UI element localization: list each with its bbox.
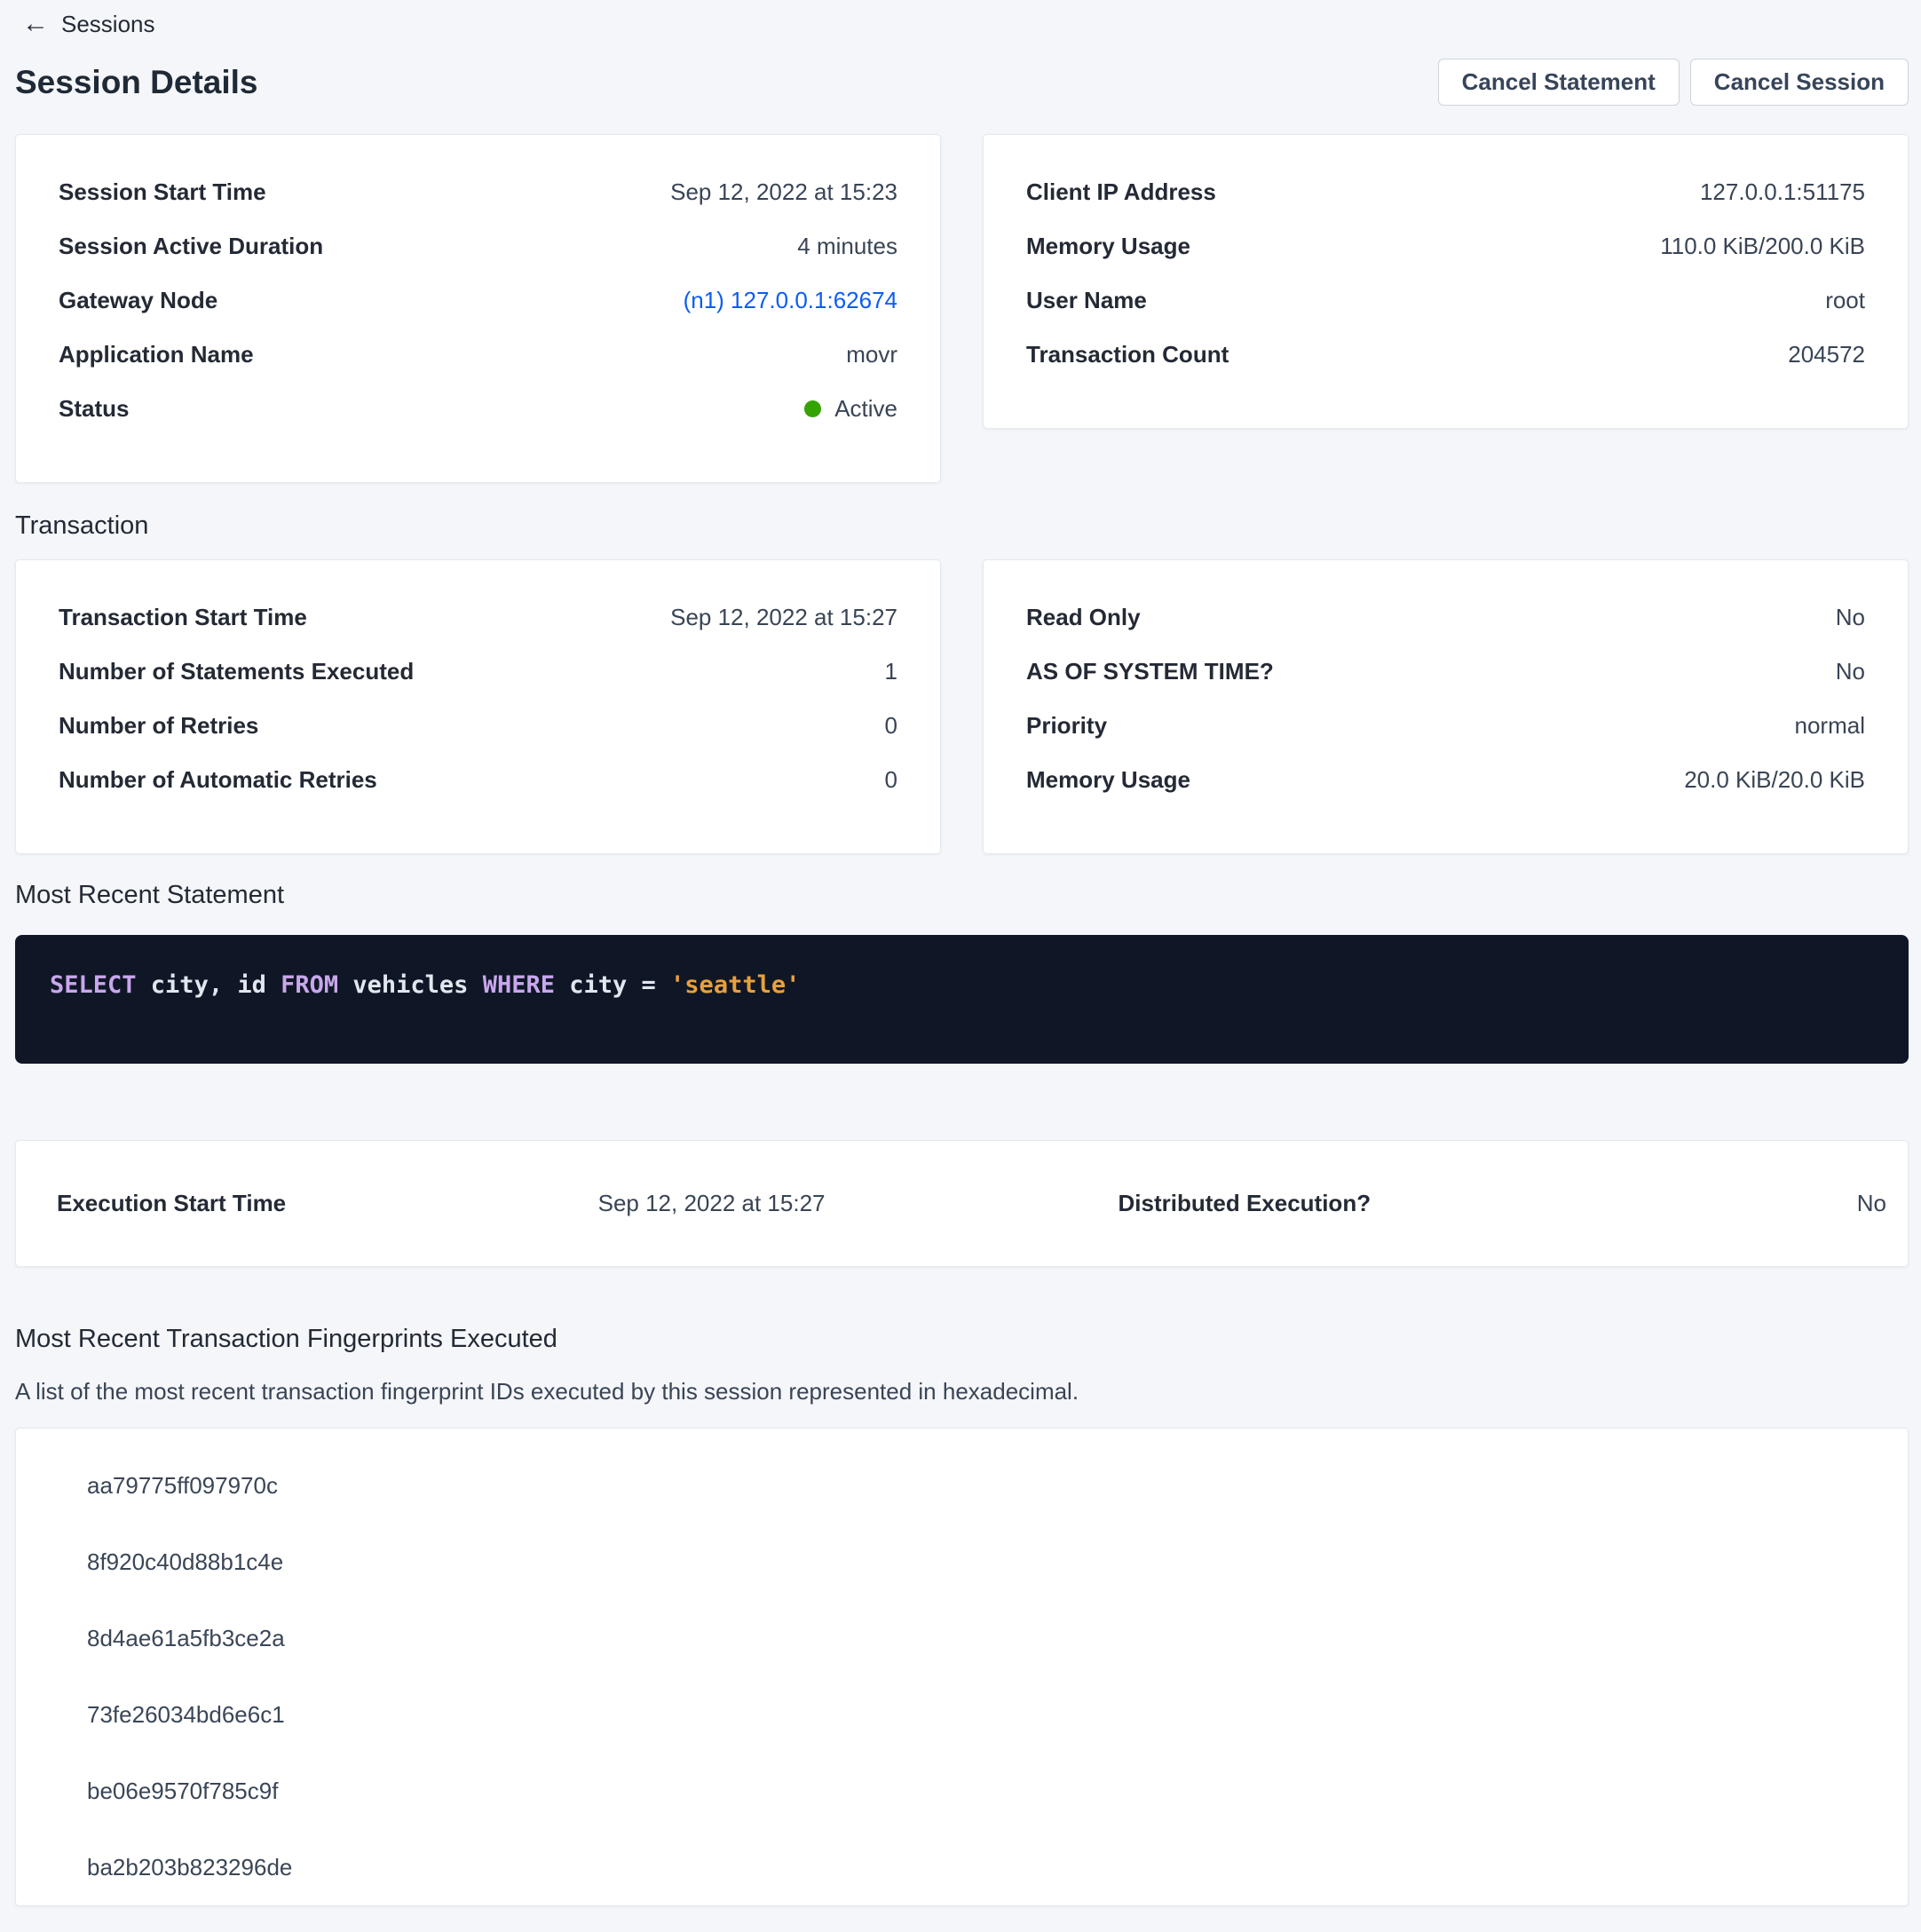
session-summary-cards: Session Start Time Sep 12, 2022 at 15:23… [15, 134, 1909, 483]
row-value: 204572 [1788, 341, 1865, 368]
page-title: Session Details [15, 63, 258, 102]
fingerprints-card: aa79775ff097970c 8f920c40d88b1c4e 8d4ae6… [15, 1428, 1909, 1906]
fingerprint-list-item: 73fe26034bd6e6c1 [87, 1676, 1865, 1753]
row-value: 127.0.0.1:51175 [1700, 178, 1865, 206]
detail-row-read-only: Read Only No [1026, 590, 1865, 645]
row-label: Transaction Start Time [59, 604, 307, 631]
fingerprints-section-heading: Most Recent Transaction Fingerprints Exe… [15, 1324, 1909, 1354]
sql-token: FROM [281, 971, 352, 999]
sql-statement-box: SELECT city, id FROM vehicles WHERE city… [15, 935, 1909, 1064]
row-value: 1 [885, 658, 897, 685]
row-value: 4 minutes [797, 233, 897, 260]
title-row: Session Details Cancel Statement Cancel … [15, 59, 1909, 106]
detail-row-statements-executed: Number of Statements Executed 1 [59, 645, 897, 699]
status-badge: Active [804, 395, 897, 423]
row-label: Read Only [1026, 604, 1141, 631]
detail-row-txn-memory-usage: Memory Usage 20.0 KiB/20.0 KiB [1026, 753, 1865, 807]
sql-token: city, id [151, 971, 281, 999]
detail-row-execution-start-time: Execution Start Time Sep 12, 2022 at 15:… [57, 1190, 826, 1217]
transaction-card-left: Transaction Start Time Sep 12, 2022 at 1… [15, 559, 941, 854]
cancel-session-button[interactable]: Cancel Session [1690, 59, 1909, 106]
row-label: User Name [1026, 287, 1147, 314]
fingerprint-list-item: be06e9570f785c9f [87, 1753, 1865, 1829]
row-value: No [1857, 1190, 1886, 1217]
row-label: Number of Retries [59, 712, 258, 740]
detail-row-session-active-duration: Session Active Duration 4 minutes [59, 219, 897, 273]
sql-token: 'seattle' [670, 971, 800, 999]
detail-row-transaction-start-time: Transaction Start Time Sep 12, 2022 at 1… [59, 590, 897, 645]
execution-card: Execution Start Time Sep 12, 2022 at 15:… [15, 1140, 1909, 1267]
gateway-node-link[interactable]: (n1) 127.0.0.1:62674 [684, 287, 897, 314]
row-label: Application Name [59, 341, 254, 368]
fingerprint-list-item: ba2b203b823296de [87, 1829, 1865, 1905]
row-value: Sep 12, 2022 at 15:27 [670, 604, 897, 631]
transaction-card-right: Read Only No AS OF SYSTEM TIME? No Prior… [983, 559, 1909, 854]
detail-row-client-ip: Client IP Address 127.0.0.1:51175 [1026, 165, 1865, 219]
detail-row-gateway-node: Gateway Node (n1) 127.0.0.1:62674 [59, 273, 897, 328]
row-label: Priority [1026, 712, 1107, 740]
row-value: 0 [885, 766, 897, 794]
row-value: No [1836, 658, 1865, 685]
detail-row-user-name: User Name root [1026, 273, 1865, 328]
session-details-page: ← Sessions Session Details Cancel Statem… [0, 0, 1921, 1906]
fingerprints-description: A list of the most recent transaction fi… [15, 1377, 1909, 1405]
detail-row-priority: Priority normal [1026, 699, 1865, 753]
row-label: Session Start Time [59, 178, 266, 206]
row-value: Sep 12, 2022 at 15:23 [670, 178, 897, 206]
row-value: No [1836, 604, 1865, 631]
fingerprint-list-item: 8d4ae61a5fb3ce2a [87, 1600, 1865, 1676]
sql-token: WHERE [483, 971, 570, 999]
detail-row-automatic-retries: Number of Automatic Retries 0 [59, 753, 897, 807]
row-value: Sep 12, 2022 at 15:27 [598, 1190, 826, 1217]
row-value: root [1825, 287, 1865, 314]
row-label: Execution Start Time [57, 1190, 286, 1217]
sql-token: vehicles [352, 971, 482, 999]
row-value: 20.0 KiB/20.0 KiB [1684, 766, 1865, 794]
row-label: AS OF SYSTEM TIME? [1026, 658, 1274, 685]
detail-row-distributed-execution: Distributed Execution? No [1119, 1190, 1887, 1217]
row-label: Status [59, 395, 129, 423]
row-value: movr [846, 341, 897, 368]
fingerprint-list-item: 8f920c40d88b1c4e [87, 1524, 1865, 1600]
detail-row-session-start-time: Session Start Time Sep 12, 2022 at 15:23 [59, 165, 897, 219]
back-link-label: Sessions [61, 9, 155, 39]
row-label: Number of Automatic Retries [59, 766, 377, 794]
detail-row-memory-usage: Memory Usage 110.0 KiB/200.0 KiB [1026, 219, 1865, 273]
session-info-card-left: Session Start Time Sep 12, 2022 at 15:23… [15, 134, 941, 483]
row-label: Client IP Address [1026, 178, 1216, 206]
status-active-dot-icon [804, 400, 821, 417]
sql-token: SELECT [50, 971, 151, 999]
row-label: Gateway Node [59, 287, 217, 314]
row-label: Session Active Duration [59, 233, 323, 260]
session-info-card-right: Client IP Address 127.0.0.1:51175 Memory… [983, 134, 1909, 429]
status-text: Active [834, 395, 897, 423]
most-recent-statement-heading: Most Recent Statement [15, 880, 1909, 910]
back-link[interactable]: ← Sessions [15, 7, 155, 39]
detail-row-retries: Number of Retries 0 [59, 699, 897, 753]
back-arrow-icon: ← [22, 9, 49, 39]
detail-row-status: Status Active [59, 382, 897, 436]
detail-row-transaction-count: Transaction Count 204572 [1026, 328, 1865, 382]
sql-statement-text: SELECT city, id FROM vehicles WHERE city… [50, 970, 1873, 1000]
transaction-cards: Transaction Start Time Sep 12, 2022 at 1… [15, 559, 1909, 854]
row-label: Memory Usage [1026, 233, 1190, 260]
sql-token: city = [569, 971, 670, 999]
fingerprint-list-item: aa79775ff097970c [87, 1447, 1865, 1524]
cancel-statement-button[interactable]: Cancel Statement [1438, 59, 1680, 106]
detail-row-application-name: Application Name movr [59, 328, 897, 382]
transaction-section-heading: Transaction [15, 511, 1909, 541]
detail-row-as-of-system-time: AS OF SYSTEM TIME? No [1026, 645, 1865, 699]
row-label: Distributed Execution? [1119, 1190, 1372, 1217]
row-label: Memory Usage [1026, 766, 1190, 794]
row-label: Number of Statements Executed [59, 658, 414, 685]
action-buttons: Cancel Statement Cancel Session [1438, 59, 1909, 106]
row-value: normal [1795, 712, 1865, 740]
row-label: Transaction Count [1026, 341, 1229, 368]
row-value: 0 [885, 712, 897, 740]
row-value: 110.0 KiB/200.0 KiB [1660, 233, 1865, 260]
